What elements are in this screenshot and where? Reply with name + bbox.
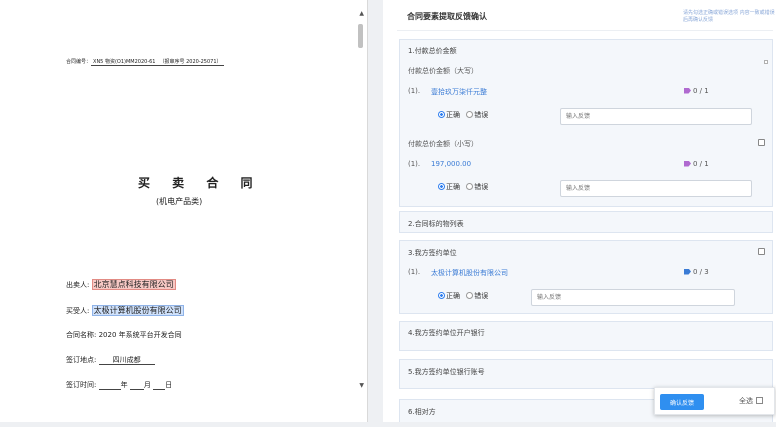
tag-count: 0 / 1 [684,160,709,168]
judgement-radios: 正确 错误 [438,291,488,301]
item-index: (1). [408,268,421,276]
buyer-label: 买受人: [66,307,90,315]
sign-time-row: 签订时间: 年 月 日 [66,380,172,390]
month-blank [129,382,144,390]
contract-number-label: 合同编号： [66,59,92,65]
correct-label[interactable]: 正确 [446,111,460,119]
judgement-radios: 正确 错误 [438,110,488,120]
feedback-input[interactable] [560,108,752,125]
wrong-label[interactable]: 错误 [474,183,488,191]
sign-place-value: 四川成都 [98,356,155,365]
year-blank [98,382,121,390]
day-char: 日 [165,381,173,389]
panel-hint: 请先勾选正确或错误选项 内容一致或错误后再确认反馈 [683,10,775,23]
sign-time-label: 签订时间: [66,381,97,389]
checkbox-icon[interactable] [758,248,765,255]
wrong-label[interactable]: 错误 [474,292,488,300]
panel-title: 合同要素提取反馈确认 [407,12,487,21]
field-label-upper: 付款总价金额（大写） [408,67,478,75]
year-char: 年 [120,381,128,389]
contract-number: 合同编号： XN5 物资(O1)MM2020-61 （报审序号 2020-25071… [66,58,224,66]
arrow-down-icon[interactable]: ▼ [359,382,364,389]
correct-label[interactable]: 正确 [446,183,460,191]
correct-radio[interactable] [438,111,445,118]
tag-count-text: 0 / 1 [693,87,709,95]
contract-number-value: XN5 物资(O1)MM2020-61 [91,59,158,66]
section-our-party: 3.我方签约单位 (1). 太极计算机股份有限公司 0 / 3 正确 错误 [399,240,773,314]
section-bank-account[interactable]: 5.我方签约单位银行账号 [399,359,773,389]
arrow-up-icon[interactable]: ▲ [359,10,364,17]
section-head: 4.我方签约单位开户银行 [408,329,485,337]
wrong-radio[interactable] [466,292,474,299]
sign-place-label: 签订地点: [66,356,97,364]
contract-name-value: 2020 年系统平台开发合同 [98,331,182,339]
wrong-radio[interactable] [466,111,474,118]
tag-count: 0 / 1 [684,87,709,95]
section-bank-name[interactable]: 4.我方签约单位开户银行 [399,321,773,351]
document-title: 买 卖 合 同 [138,176,262,190]
scrollbar-thumb[interactable] [358,24,363,48]
wrong-label[interactable]: 错误 [474,111,488,119]
month-char: 月 [143,381,151,389]
document-viewer[interactable]: 合同编号： XN5 物资(O1)MM2020-61 （报审序号 2020-25071… [0,0,368,427]
correct-radio[interactable] [438,183,445,190]
seller-row: 出卖人: 北京慧点科技有限公司 [66,279,176,290]
contract-name-row: 合同名称: 2020 年系统平台开发合同 [66,330,182,340]
divider [397,30,773,31]
correct-radio[interactable] [438,292,445,299]
tag-count: 0 / 3 [684,268,709,276]
seller-label: 出卖人: [66,281,90,289]
contract-name-label: 合同名称: [66,331,97,339]
judgement-radios: 正确 错误 [438,182,488,192]
section-total-amount: 1.付款总价金额 付款总价金额（大写） (1). 壹拾玖万柒仟元整 0 / 1 … [399,39,773,207]
buyer-value[interactable]: 太极计算机股份有限公司 [91,305,184,316]
feedback-input[interactable] [560,180,752,197]
document-subtitle: (机电产品类) [156,197,203,206]
correct-label[interactable]: 正确 [446,292,460,300]
tag-icon [684,87,691,94]
section-head: 6.相对方 [408,408,436,416]
buyer-row: 买受人: 太极计算机股份有限公司 [66,305,184,316]
confirm-feedback-button[interactable]: 确认反馈 [660,394,704,410]
select-all-label: 全选 [739,397,753,405]
item-index: (1). [408,160,421,168]
wrong-radio[interactable] [466,183,474,190]
section-goods-list[interactable]: 2.合同标的物列表 [399,211,773,233]
app-root: 合同编号： XN5 物资(O1)MM2020-61 （报审序号 2020-25071… [0,0,776,427]
day-blank [153,382,166,390]
tag-icon [684,268,691,275]
section-head[interactable]: 3.我方签约单位 [408,248,457,258]
field-label-lower: 付款总价金额（小写） [408,140,478,148]
review-serial: （报审序号 2020-25071） [157,59,224,66]
action-bar: 确认反馈 全选 [654,387,775,415]
tag-icon [684,160,691,167]
tag-count-text: 0 / 3 [693,268,709,276]
extracted-value[interactable]: 197,000.00 [431,160,471,168]
extracted-value[interactable]: 太极计算机股份有限公司 [431,268,508,278]
checkbox-icon[interactable] [764,60,768,64]
checkbox-icon[interactable] [756,397,763,404]
document-scrollbar[interactable] [357,12,365,392]
section-head[interactable]: 1.付款总价金额 [408,46,457,56]
extracted-value[interactable]: 壹拾玖万柒仟元整 [431,87,487,97]
section-head: 2.合同标的物列表 [408,220,464,228]
seller-value[interactable]: 北京慧点科技有限公司 [91,279,176,290]
feedback-panel: 合同要素提取反馈确认 请先勾选正确或错误选项 内容一致或错误后再确认反馈 1.付… [383,0,776,427]
checkbox-icon[interactable] [758,139,765,146]
tag-count-text: 0 / 1 [693,160,709,168]
sign-place-row: 签订地点: 四川成都 [66,355,155,365]
bottom-strip [0,422,776,427]
feedback-input[interactable] [531,289,735,306]
select-all-checkbox[interactable]: 全选 [739,396,763,406]
item-index: (1). [408,87,421,95]
section-head: 5.我方签约单位银行账号 [408,368,485,376]
